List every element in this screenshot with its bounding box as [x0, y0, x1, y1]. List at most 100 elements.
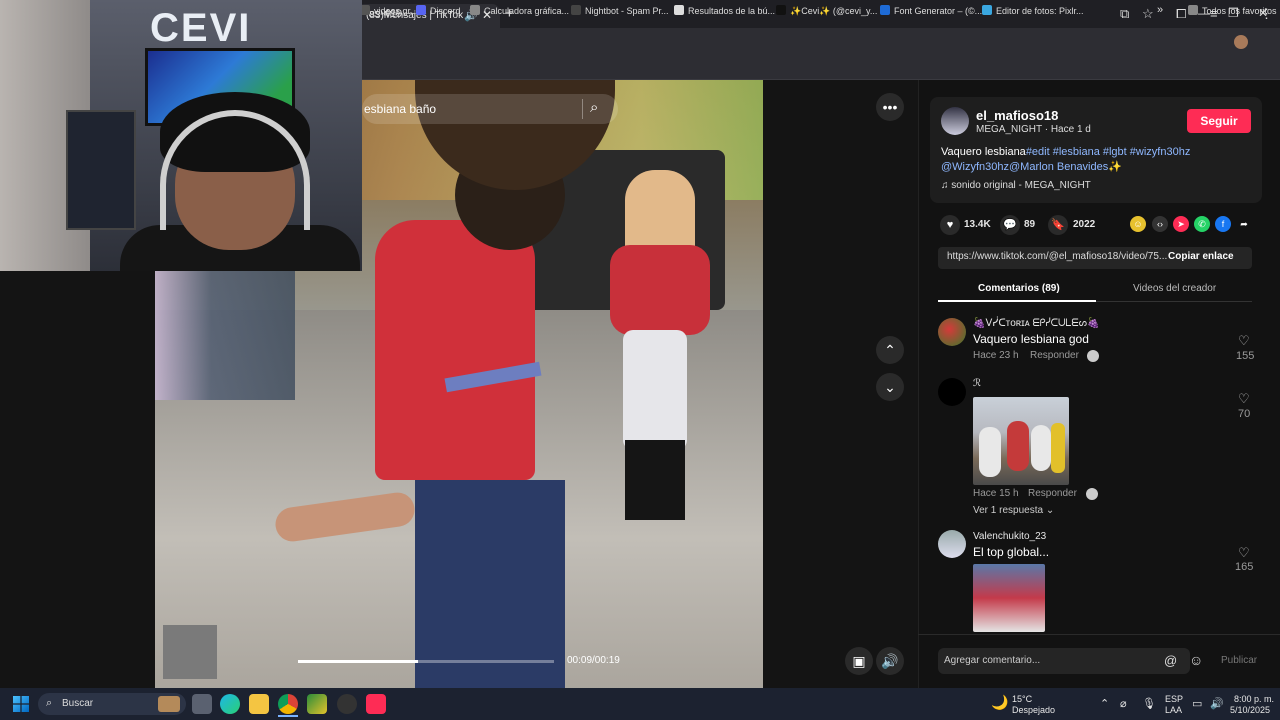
sound-label: sonido original - MEGA_NIGHT	[951, 180, 1091, 191]
like-icon[interactable]: ♥	[940, 215, 960, 235]
monitor-icon[interactable]: ▭	[1192, 697, 1202, 710]
bookmark-item[interactable]: ✨Cevi✨ (@cevi_y...	[776, 5, 877, 17]
tab-creator-videos[interactable]: Videos del creador	[1133, 283, 1216, 294]
bookmark-favicon-icon	[571, 5, 581, 15]
heart-icon[interactable]: ♡	[1238, 545, 1250, 561]
tab-comments[interactable]: Comentarios (89)	[978, 283, 1060, 294]
comment-avatar[interactable]	[938, 318, 966, 346]
bookmark-item[interactable]: Resultados de la bú...	[674, 5, 775, 16]
search-divider	[582, 99, 583, 119]
bookmark-item[interactable]: Editor de fotos: Pixlr...	[982, 5, 1084, 16]
more-options-icon[interactable]: •••	[876, 93, 904, 121]
send-icon[interactable]: ➤	[1173, 216, 1189, 232]
bookmark-star-icon[interactable]: ☆	[1142, 6, 1154, 22]
add-comment-placeholder: Agregar comentario...	[944, 655, 1041, 666]
reply-button[interactable]: Responder	[1028, 488, 1077, 499]
bookmark-favicon-icon	[470, 5, 480, 15]
bookmark-item[interactable]: Discord	[416, 5, 461, 16]
active-app-indicator	[278, 715, 298, 717]
weather-temp[interactable]: 15°C	[1012, 694, 1032, 704]
keyboard-layout: LAA	[1165, 705, 1183, 715]
video-link[interactable]: https://www.tiktok.com/@el_mafioso18/vid…	[947, 251, 1167, 262]
bookmark-label: Nightbot - Spam Pr...	[585, 6, 669, 16]
video-thumbnail-square	[163, 625, 217, 679]
comment-time: Hace 23 h	[973, 350, 1019, 361]
chevron-up-icon[interactable]: ⌃	[876, 336, 904, 364]
comment-avatar[interactable]	[938, 378, 966, 406]
heart-icon[interactable]: ♡	[1238, 333, 1250, 349]
tiktok-icon[interactable]	[366, 694, 386, 714]
share-emoji-icon[interactable]: ☺	[1130, 216, 1146, 232]
tray-chevron-icon[interactable]: ⌃	[1100, 697, 1109, 710]
comment-photo[interactable]	[973, 564, 1045, 632]
sound-link[interactable]: ♫ sonido original - MEGA_NIGHT	[941, 180, 1091, 191]
weather-desc: Despejado	[1012, 705, 1056, 715]
post-caption-line-1: Vaquero lesbiana#edit #lesbiana #lgbt #w…	[941, 146, 1190, 158]
view-replies-button[interactable]: Ver 1 respuesta ⌄	[973, 505, 1054, 516]
facebook-icon[interactable]: f	[1215, 216, 1231, 232]
chevron-down-icon[interactable]: ⌄	[876, 373, 904, 401]
video-frame-crowd	[155, 260, 295, 400]
comment-username[interactable]: ℛ	[973, 378, 981, 389]
bookmark-item[interactable]: Font Generator – (©...	[880, 5, 982, 16]
creator-liked-badge	[1087, 350, 1099, 362]
bookmark-item[interactable]: Calculadora gráfica...	[470, 5, 569, 16]
video-progress-bar[interactable]	[298, 660, 554, 663]
profile-avatar[interactable]	[1234, 35, 1248, 49]
comment-like-count: 165	[1235, 561, 1254, 573]
webcam-sign: CEVI	[150, 6, 252, 50]
emoji-icon[interactable]: ☺	[1189, 652, 1203, 668]
creator-subline: MEGA_NIGHT · Hace 1 d	[976, 124, 1091, 135]
caption-hashtags[interactable]: #edit #lesbiana #lgbt #wizyfn30hz	[1026, 146, 1191, 158]
sparkle-emoji: ✨	[1108, 161, 1122, 173]
all-favorites[interactable]: Todos los favoritos	[1188, 5, 1277, 16]
heart-icon[interactable]: ♡	[1238, 391, 1250, 407]
embed-icon[interactable]: ‹›	[1152, 216, 1168, 232]
bookmark-item[interactable]: Nightbot - Spam Pr...	[571, 5, 669, 16]
chrome-icon[interactable]	[278, 694, 298, 714]
app-icon-1[interactable]	[307, 694, 327, 714]
active-tab-indicator	[938, 300, 1096, 302]
network-off-icon[interactable]: ⌀	[1120, 697, 1127, 710]
more-bookmarks-icon[interactable]: »	[1157, 4, 1163, 16]
bookmark-favicon-icon	[674, 5, 684, 15]
publish-button[interactable]: Publicar	[1221, 655, 1257, 666]
view-replies-label: Ver 1 respuesta	[973, 505, 1044, 516]
comment-photo[interactable]	[973, 397, 1069, 485]
bookmark-item[interactable]: videos gr...	[360, 5, 418, 16]
photo-figure-4	[1051, 423, 1065, 473]
comment-icon[interactable]: 💬	[1000, 215, 1020, 235]
whatsapp-icon[interactable]: ✆	[1194, 216, 1210, 232]
task-view-icon[interactable]	[192, 694, 212, 714]
clock-time[interactable]: 8:00 p. m.	[1234, 694, 1274, 704]
comment-like-count: 155	[1236, 350, 1255, 362]
creator-username[interactable]: el_mafioso18	[976, 108, 1058, 123]
bookmark-icon[interactable]: 🔖	[1048, 215, 1068, 235]
file-explorer-icon[interactable]	[249, 694, 269, 714]
taskbar-search-icon: ⌕	[46, 697, 53, 709]
creator-avatar[interactable]	[941, 107, 969, 135]
bookmark-label: Discord	[430, 6, 461, 16]
bookmark-label: videos gr...	[374, 6, 418, 16]
reply-button[interactable]: Responder	[1030, 350, 1079, 361]
comment-username[interactable]: Valenchukito_23	[973, 531, 1046, 542]
share-arrow-icon[interactable]: ➦	[1236, 216, 1252, 232]
copy-link-button[interactable]: Copiar enlace	[1168, 251, 1234, 262]
follow-button[interactable]: Seguir	[1187, 109, 1251, 133]
obs-icon[interactable]	[337, 694, 357, 714]
extensions-icon[interactable]: ⧠	[1176, 6, 1186, 22]
volume-tray-icon[interactable]: 🔊	[1210, 697, 1224, 710]
language-code[interactable]: ESP	[1165, 694, 1183, 704]
comment-username[interactable]: 🍇ᐯᓰᑕᴛᴏʀɪᴀ ᗴᑭᓰᑕᑌᒪᗴᔕ🍇	[973, 318, 1100, 329]
caption-mentions[interactable]: @Wizyfn30hz@Marlon Benavides	[941, 161, 1108, 173]
install-app-icon[interactable]: ⧉	[1120, 6, 1129, 22]
search-highlight-icon	[158, 696, 180, 712]
edge-icon[interactable]	[220, 694, 240, 714]
mention-icon[interactable]: @	[1164, 653, 1177, 668]
microphone-icon[interactable]: 🎙	[1142, 697, 1156, 710]
volume-icon[interactable]: 🔊	[876, 647, 904, 675]
comment-avatar[interactable]	[938, 530, 966, 558]
search-input[interactable]: esbiana baño	[364, 102, 436, 116]
picture-in-picture-icon[interactable]: ▣	[845, 647, 873, 675]
search-icon[interactable]: ⌕	[590, 99, 598, 116]
